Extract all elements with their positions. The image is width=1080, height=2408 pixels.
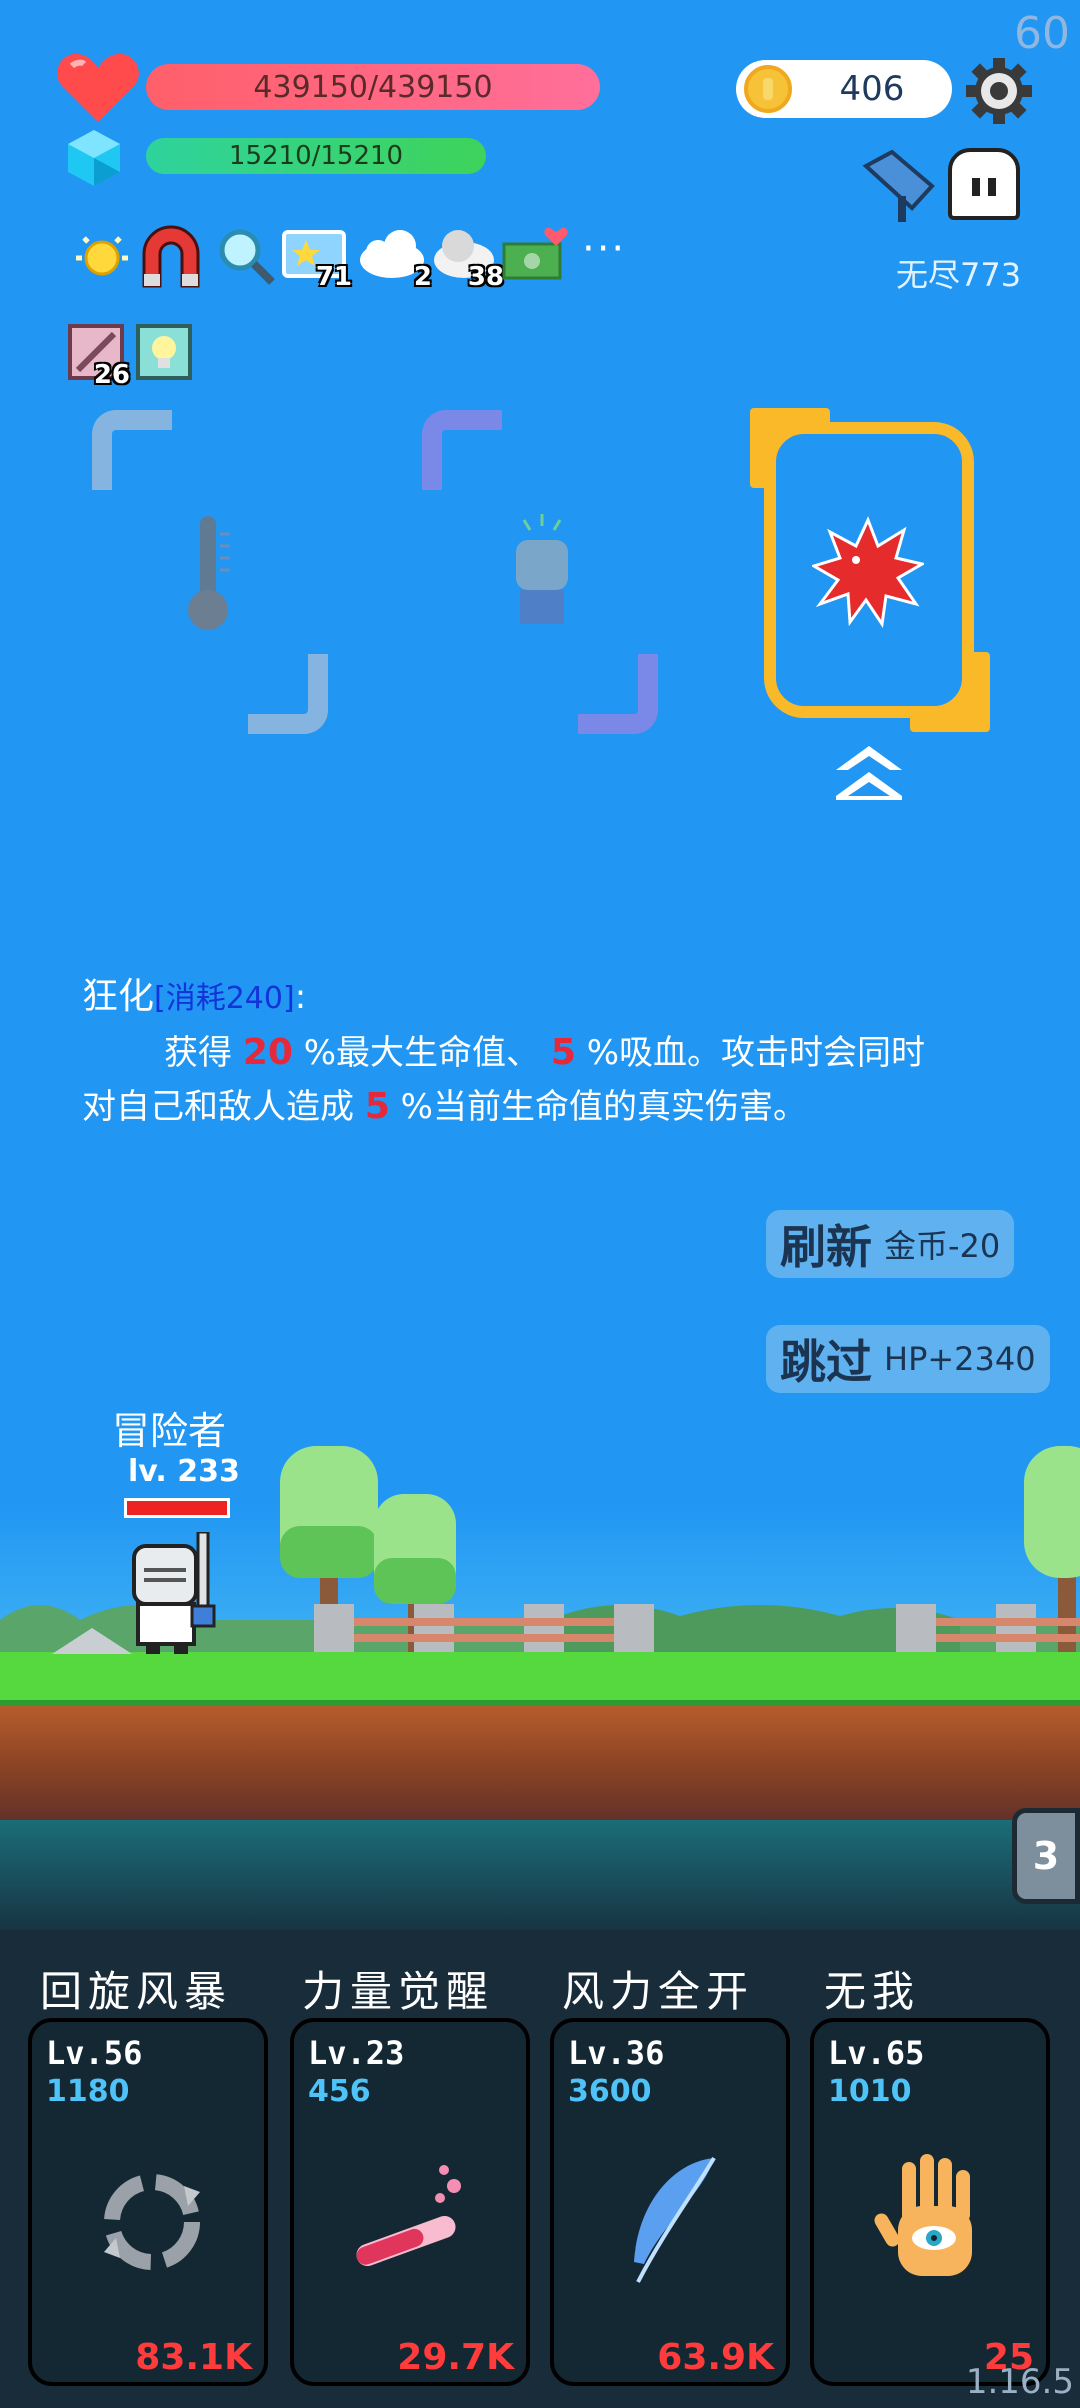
water-strip — [0, 1820, 1080, 1930]
skill-value: 456 — [308, 2074, 371, 2109]
skill-upgrade-cost: 63.9K — [657, 2337, 774, 2378]
whirlwind-icon — [104, 2174, 200, 2270]
refresh-label: 刷新 — [780, 1220, 872, 1274]
gear-icon[interactable] — [964, 56, 1034, 126]
more-buffs-button[interactable]: ··· — [582, 226, 626, 272]
potion-tube-icon — [356, 2165, 461, 2267]
description-line-2: 获得 20 %最大生命值、 5 %吸血。攻击时会同时 — [82, 1026, 1022, 1080]
player-hp-bar — [124, 1498, 230, 1518]
skill-value: 1180 — [46, 2074, 130, 2109]
skill-card-full-wind[interactable]: Lv.36 3600 63.9K — [550, 2018, 790, 2386]
buff-count: 71 — [315, 262, 352, 292]
skill-upgrade-cost: 83.1K — [135, 2337, 252, 2378]
card-cost: [消耗240] — [154, 981, 295, 1016]
description-text: %当前生命值的真实伤害。 — [389, 1087, 807, 1127]
refresh-cost: 金币-20 — [884, 1227, 1001, 1265]
description-value: 5 — [550, 1032, 576, 1073]
coin-amount: 406 — [839, 69, 905, 109]
mana-gem-icon — [68, 130, 120, 186]
buff-count: 38 — [467, 262, 504, 292]
star-card-icon: 71 — [282, 226, 352, 292]
description-text: 获得 — [164, 1033, 243, 1073]
description-line-1: 狂化[消耗240]: — [82, 970, 1022, 1026]
feather-icon — [634, 2156, 716, 2283]
magnifier-icon — [214, 224, 278, 288]
coin-counter: 406 — [736, 60, 952, 118]
axe-flag-icon[interactable] — [862, 146, 942, 226]
skip-reward: HP+2340 — [884, 1340, 1036, 1378]
frame-corner — [422, 410, 502, 490]
skill-card-whirlwind[interactable]: Lv.56 1180 83.1K — [28, 2018, 268, 2386]
card-title: 狂化 — [82, 976, 155, 1017]
cloud-icon: 2 — [356, 226, 432, 292]
card-option-3-selected[interactable] — [750, 408, 990, 732]
card-description: 狂化[消耗240]: 获得 20 %最大生命值、 5 %吸血。攻击时会同时 对自… — [82, 970, 1022, 1134]
lightbulb-icon — [136, 324, 192, 380]
description-text: 对自己和敌人造成 — [82, 1087, 365, 1127]
endless-level: 无尽773 — [896, 256, 1022, 294]
mp-bar: 15210/15210 — [146, 138, 486, 174]
description-text: %最大生命值、 — [292, 1033, 551, 1073]
skill-level: Lv.36 — [568, 2034, 665, 2072]
description-colon: : — [294, 977, 307, 1017]
upgrade-chevron-icon — [836, 746, 902, 800]
fps-counter: 60 — [1014, 8, 1070, 59]
card-option-2[interactable] — [422, 410, 658, 734]
description-value: 20 — [242, 1032, 293, 1073]
skill-name: 无我 — [824, 1967, 921, 2016]
skill-level: Lv.56 — [46, 2034, 143, 2072]
description-value: 5 — [364, 1086, 390, 1127]
thermometer-icon — [188, 516, 230, 630]
sun-icon — [70, 224, 134, 288]
skill-name: 力量觉醒 — [302, 1967, 495, 2016]
ghost-icon[interactable] — [948, 148, 1020, 220]
knight-player — [52, 1532, 216, 1654]
refresh-button[interactable]: 刷新 金币-20 — [766, 1210, 1015, 1278]
skill-name: 回旋风暴 — [40, 1967, 233, 2016]
player-level: lv. 233 — [128, 1454, 240, 1489]
skill-name: 风力全开 — [562, 1967, 755, 2016]
frame-corner — [92, 410, 172, 490]
ground-dirt — [0, 1706, 1080, 1824]
description-line-3: 对自己和敌人造成 5 %当前生命值的真实伤害。 — [82, 1080, 1022, 1134]
skill-value: 1010 — [828, 2074, 912, 2109]
skill-level: Lv.23 — [308, 2034, 405, 2072]
skip-button[interactable]: 跳过 HP+2340 — [766, 1325, 1050, 1393]
frame-corner — [248, 654, 328, 734]
card-option-1[interactable] — [92, 410, 328, 734]
sword-scroll-icon: 26 — [68, 324, 130, 390]
coin-icon — [744, 65, 792, 113]
skip-label: 跳过 — [780, 1335, 872, 1389]
skill-card-selfless[interactable]: Lv.65 1010 25 — [810, 2018, 1050, 2386]
heart-icon — [57, 53, 139, 122]
blood-splash-icon — [812, 516, 924, 628]
money-heart-icon — [502, 226, 568, 284]
player-name: 冒险者 — [112, 1409, 227, 1453]
wave-counter[interactable]: 3 — [1012, 1808, 1080, 1904]
version-label: 1.16.5 — [965, 2362, 1074, 2402]
buff-count: 26 — [93, 360, 130, 390]
ground-grass — [0, 1652, 1080, 1710]
magnet-icon — [138, 222, 204, 292]
frame-corner — [578, 654, 658, 734]
fence — [896, 1604, 1080, 1654]
skill-card-power-awaken[interactable]: Lv.23 456 29.7K — [290, 2018, 530, 2386]
hp-bar: 439150/439150 — [146, 64, 600, 110]
mp-text: 15210/15210 — [228, 141, 404, 171]
description-text: %吸血。攻击时会同时 — [575, 1033, 926, 1073]
eye-hand-icon — [874, 2154, 972, 2276]
skill-value: 3600 — [568, 2074, 652, 2109]
gray-cloud-icon: 38 — [430, 226, 504, 292]
skill-upgrade-cost: 29.7K — [397, 2337, 514, 2378]
fence — [314, 1604, 654, 1654]
skill-level: Lv.65 — [828, 2034, 925, 2072]
hp-text: 439150/439150 — [253, 69, 493, 105]
fist-icon — [516, 514, 568, 624]
